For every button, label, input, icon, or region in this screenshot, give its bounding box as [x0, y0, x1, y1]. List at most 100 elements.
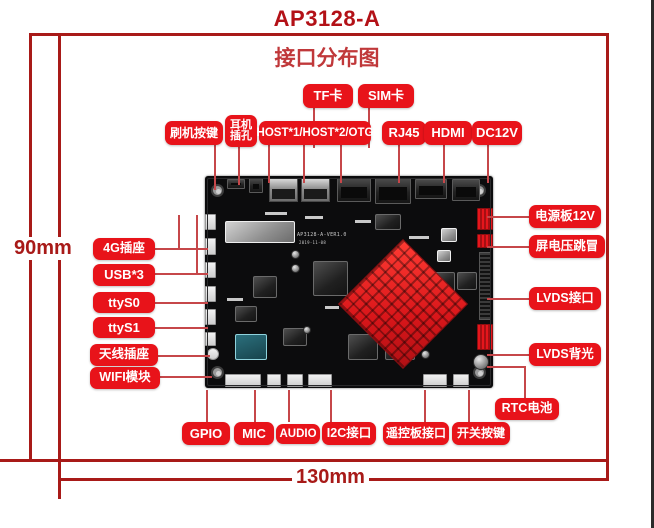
leader-line — [150, 248, 208, 250]
capacitor — [421, 350, 430, 359]
label-screen-voltage[interactable]: 屏电压跳冒 — [529, 235, 605, 258]
label-audio[interactable]: AUDIO — [276, 424, 320, 444]
page-subtitle: 接口分布图 — [274, 47, 380, 70]
soc-chip — [313, 261, 348, 296]
gpio-connector — [225, 374, 261, 387]
label-tf-card[interactable]: TF卡 — [303, 84, 353, 108]
smd-component — [409, 236, 429, 239]
leader-line — [424, 390, 426, 422]
leader-line — [487, 246, 529, 248]
label-ttys0[interactable]: ttyS0 — [93, 292, 155, 313]
leader-line — [398, 145, 400, 183]
silkscreen-text: AP3128-A-VER1.0 — [297, 232, 347, 238]
inductor — [437, 250, 451, 262]
left-connector — [205, 262, 216, 278]
usb-host-port-2 — [301, 178, 330, 202]
silkscreen-subtext: 2019-11-08 — [299, 240, 327, 245]
label-mic[interactable]: MIC — [234, 422, 274, 445]
smd-component — [265, 212, 287, 215]
leader-line — [214, 145, 216, 190]
smd-component — [227, 298, 243, 301]
leader-line — [150, 273, 208, 275]
left-connector — [205, 214, 216, 230]
leader-line — [303, 145, 305, 183]
frame-right-line — [606, 33, 609, 480]
leader-line — [268, 145, 270, 183]
label-wifi-module[interactable]: WIFI模块 — [90, 367, 160, 389]
ddr-socket — [225, 221, 295, 243]
leader-line — [288, 390, 290, 422]
label-dc12v[interactable]: DC12V — [472, 121, 522, 145]
left-connector — [205, 332, 216, 346]
flash-button-connector — [227, 179, 245, 189]
label-usb3[interactable]: USB*3 — [93, 264, 155, 286]
leader-line — [178, 215, 180, 248]
label-lvds-backlight[interactable]: LVDS背光 — [529, 343, 601, 366]
pcb-board: AP3128-A-VER1.0 2019-11-08 — [205, 176, 493, 388]
label-lvds-port[interactable]: LVDS接口 — [529, 287, 601, 310]
leader-line — [487, 298, 529, 300]
audio-codec — [457, 272, 477, 290]
leader-line — [340, 145, 342, 183]
remote-board-connector — [423, 374, 447, 387]
leader-line — [238, 145, 240, 185]
leader-line — [254, 390, 256, 422]
label-i2c[interactable]: I2C接口 — [322, 422, 376, 445]
label-usb-host[interactable]: HOST*1/HOST*2/OTG — [257, 121, 373, 145]
i2c-connector — [308, 374, 332, 387]
left-connector — [205, 309, 216, 325]
ethernet-phy — [253, 276, 277, 298]
capacitor — [291, 264, 300, 273]
mounting-hole — [211, 184, 224, 197]
smd-component — [305, 216, 323, 219]
tf-card-slot — [337, 178, 371, 202]
lvds-port-header — [479, 252, 491, 320]
leader-line — [196, 215, 198, 273]
width-dimension-label: 130mm — [292, 466, 369, 489]
leader-line — [468, 390, 470, 422]
usb-host-port-1 — [269, 178, 298, 202]
label-power-board-12v[interactable]: 电源板12V — [529, 205, 601, 228]
page-title: AP3128-A — [273, 6, 381, 31]
leader-line — [524, 366, 526, 398]
label-rj45[interactable]: RJ45 — [382, 121, 426, 145]
leader-line — [443, 145, 445, 183]
inductor — [441, 228, 457, 242]
height-dimension-label: 90mm — [10, 237, 76, 260]
leader-line — [487, 216, 529, 218]
power-board-12v-connector — [477, 208, 493, 230]
label-4g-socket[interactable]: 4G插座 — [93, 238, 155, 260]
power-ic — [235, 306, 257, 322]
audio-connector — [287, 374, 303, 387]
label-rtc-battery[interactable]: RTC电池 — [495, 398, 559, 420]
frame-bottom-line — [0, 459, 609, 462]
antenna-socket — [207, 348, 219, 360]
power-key-connector — [453, 374, 469, 387]
leader-line — [487, 366, 525, 368]
mounting-hole — [211, 366, 224, 379]
label-earphone-jack[interactable]: 耳机插孔 — [225, 115, 257, 147]
smd-component — [355, 220, 371, 223]
label-sim-card[interactable]: SIM卡 — [358, 84, 414, 108]
label-ttys1[interactable]: ttyS1 — [93, 317, 155, 338]
frame-top-line — [29, 33, 609, 36]
label-gpio[interactable]: GPIO — [182, 422, 230, 445]
leader-line — [150, 302, 208, 304]
leader-line — [150, 355, 210, 357]
leader-line — [206, 390, 208, 422]
dim-bottom-tick — [58, 459, 61, 499]
label-hdmi[interactable]: HDMI — [424, 121, 472, 145]
left-connector — [205, 286, 216, 302]
label-remote-board[interactable]: 遥控板接口 — [383, 422, 449, 445]
label-power-key[interactable]: 开关按键 — [452, 422, 510, 445]
mic-connector — [267, 374, 281, 387]
ethernet-magnetics — [375, 214, 401, 230]
label-antenna-socket[interactable]: 天线插座 — [90, 344, 158, 366]
leader-line — [487, 354, 529, 356]
wifi-module-chip — [235, 334, 267, 360]
interface-layout-diagram: AP3128-A 接口分布图 90mm 130mm AP3128-A-VER1.… — [0, 0, 654, 528]
leader-line — [150, 327, 208, 329]
label-flash-key[interactable]: 刷机按键 — [165, 121, 223, 145]
capacitor — [291, 250, 300, 259]
lvds-backlight-connector — [477, 324, 493, 350]
